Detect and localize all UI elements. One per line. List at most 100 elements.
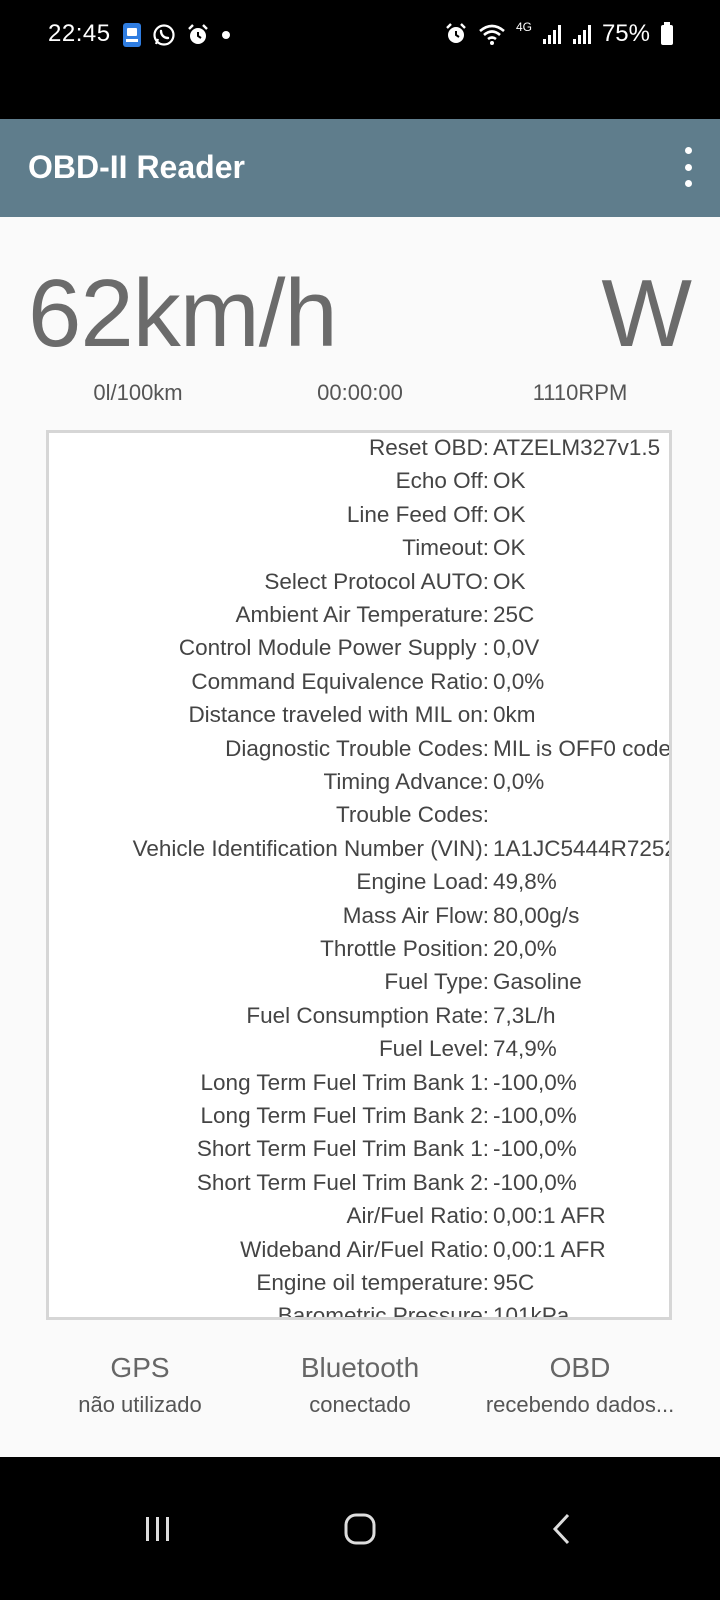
log-row-value: 25C xyxy=(493,602,535,627)
gps-status: GPS não utilizado xyxy=(40,1352,240,1418)
whatsapp-icon xyxy=(152,23,176,47)
log-row-label: Wideband Air/Fuel Ratio: xyxy=(240,1236,489,1262)
log-row-value: 7,3L/h xyxy=(493,1002,556,1028)
log-row: Fuel Level: 74,9% xyxy=(49,1036,669,1070)
log-row-label: Trouble Codes: xyxy=(336,802,489,828)
log-row: Wideband Air/Fuel Ratio: 0,00:1 AFR xyxy=(49,1236,669,1271)
recent-apps-icon[interactable] xyxy=(128,1509,188,1549)
log-row-value: 0,00:1 AFR xyxy=(493,1236,606,1262)
main-content: 62km/h W 0l/100km 00:00:00 1110RPM Reset… xyxy=(0,217,720,1457)
compass-heading: W xyxy=(601,260,692,367)
log-row-value: -100,0% xyxy=(493,1069,577,1095)
status-system-icons: 4G 75% xyxy=(444,20,674,48)
log-row-label: Line Feed Off: xyxy=(346,501,489,527)
wifi-icon xyxy=(478,22,506,46)
navigation-bar xyxy=(0,1457,720,1600)
log-row-label: Reset OBD: xyxy=(368,435,489,460)
bluetooth-status: Bluetooth conectado xyxy=(260,1352,460,1418)
log-row-label: Short Term Fuel Trim Bank 2: xyxy=(196,1169,489,1195)
log-row-value: OK xyxy=(493,468,526,494)
log-row-label: Select Protocol AUTO: xyxy=(264,568,489,594)
status-notification-icons xyxy=(122,22,232,48)
log-row-label: Timing Advance: xyxy=(323,769,490,794)
bluetooth-title: Bluetooth xyxy=(300,1352,420,1383)
obd-title: OBD xyxy=(549,1352,611,1383)
log-row-label: Long Term Fuel Trim Bank 2: xyxy=(200,1103,489,1128)
log-row: Ambient Air Temperature: 25C xyxy=(49,602,669,636)
log-row-label: Distance traveled with MIL on: xyxy=(188,702,489,728)
speed-readout: 62km/h xyxy=(28,260,338,367)
log-row-label: Command Equivalence Ratio: xyxy=(191,668,489,694)
log-row-label: Barometric Pressure: xyxy=(277,1303,489,1320)
network-type: 4G xyxy=(515,20,532,34)
log-row: Throttle Position: 20,0% xyxy=(49,936,669,970)
log-row-value: -100,0% xyxy=(493,1103,577,1128)
log-row-value: OK xyxy=(493,568,526,594)
log-row-value: 20,0% xyxy=(493,936,557,961)
dot-icon xyxy=(220,29,232,41)
log-row-value: -100,0% xyxy=(493,1136,577,1162)
log-row-label: Long Term Fuel Trim Bank 1: xyxy=(200,1069,489,1095)
log-row-label: Mass Air Flow: xyxy=(342,902,489,928)
log-row: Air/Fuel Ratio: 0,00:1 AFR xyxy=(49,1203,669,1237)
app-notification-icon xyxy=(122,22,142,48)
log-row: Timing Advance: 0,0% xyxy=(49,769,669,803)
log-row-label: Throttle Position: xyxy=(320,936,489,961)
log-row: Fuel Consumption Rate: 7,3L/h xyxy=(49,1002,669,1037)
log-row-value: 0,0V xyxy=(493,635,540,661)
log-row: Reset OBD: ATZELM327v1.5 xyxy=(49,435,669,469)
log-row-value: Gasoline xyxy=(493,969,582,995)
obd-data-list[interactable]: Reset OBD: ATZELM327v1.5 Echo Off: OK Line F… xyxy=(46,430,672,1320)
log-row-value: MIL is OFF0 codes xyxy=(493,735,672,761)
home-icon[interactable] xyxy=(330,1509,390,1549)
gps-title: GPS xyxy=(110,1352,170,1383)
log-row-value: 101kPa xyxy=(493,1303,570,1320)
rpm-readout[interactable]: 1110RPM xyxy=(510,380,650,406)
log-row: Long Term Fuel Trim Bank 2: -100,0% xyxy=(49,1103,669,1137)
log-row: Barometric Pressure: 101kPa xyxy=(49,1303,669,1320)
fuel-consumption-readout: 0l/100km xyxy=(93,380,183,405)
log-row-label: Control Module Power Supply : xyxy=(178,635,489,661)
log-row-value: -100,0% xyxy=(493,1169,577,1195)
log-row: Fuel Type: Gasoline xyxy=(49,969,669,1003)
log-row: Long Term Fuel Trim Bank 1: -100,0% xyxy=(49,1069,669,1104)
log-row-value: 0,0% xyxy=(493,769,545,794)
log-row-label: Timeout: xyxy=(402,535,489,561)
log-row-label: Engine oil temperature: xyxy=(256,1270,489,1295)
alarm-icon xyxy=(186,23,210,47)
app-bar: OBD-II Reader xyxy=(0,119,720,217)
log-row: Distance traveled with MIL on: 0km xyxy=(49,702,669,736)
log-row-value: OK xyxy=(493,501,526,527)
log-row: Command Equivalence Ratio: 0,0% xyxy=(49,668,669,703)
log-row: Trouble Codes: xyxy=(49,802,669,836)
log-row: Line Feed Off: OK xyxy=(49,501,669,536)
status-time: 22:45 xyxy=(48,20,111,47)
log-row: Select Protocol AUTO: OK xyxy=(49,568,669,603)
log-row: Short Term Fuel Trim Bank 2: -100,0% xyxy=(49,1169,669,1204)
log-row-label: Vehicle Identification Number (VIN): xyxy=(132,835,489,861)
log-row-label: Air/Fuel Ratio: xyxy=(346,1203,489,1229)
log-row-label: Short Term Fuel Trim Bank 1: xyxy=(196,1136,489,1162)
obd-status: OBD recebendo dados... xyxy=(465,1352,695,1418)
log-row-value: 0,0% xyxy=(493,668,545,694)
back-icon[interactable] xyxy=(532,1509,592,1549)
battery-icon xyxy=(660,22,674,46)
log-row: Timeout: OK xyxy=(49,535,669,569)
log-row-label: Fuel Consumption Rate: xyxy=(246,1002,489,1028)
log-row-value: 80,00g/s xyxy=(493,902,580,928)
log-row-value: 1A1JC5444R725236 xyxy=(493,835,669,861)
log-row: Engine oil temperature: 95C xyxy=(49,1270,669,1304)
log-row-value: ATZELM327v1.5 xyxy=(493,435,661,460)
log-row: Control Module Power Supply :0,0V xyxy=(49,635,669,669)
log-row-label: Engine Load: xyxy=(356,869,489,895)
signal-icon xyxy=(572,23,592,45)
log-row: Short Term Fuel Trim Bank 1: -100,0% xyxy=(49,1136,669,1170)
more-vert-icon[interactable] xyxy=(676,147,700,187)
log-row: Mass Air Flow: 80,00g/s xyxy=(49,902,669,937)
log-row-label: Echo Off: xyxy=(395,468,489,494)
log-row-label: Fuel Type: xyxy=(384,969,489,995)
log-row-value: OK xyxy=(493,535,526,561)
log-row-label: Fuel Level: xyxy=(378,1036,489,1062)
bluetooth-status-text: conectado xyxy=(309,1392,411,1417)
obd-status-text: recebendo dados... xyxy=(485,1392,675,1417)
